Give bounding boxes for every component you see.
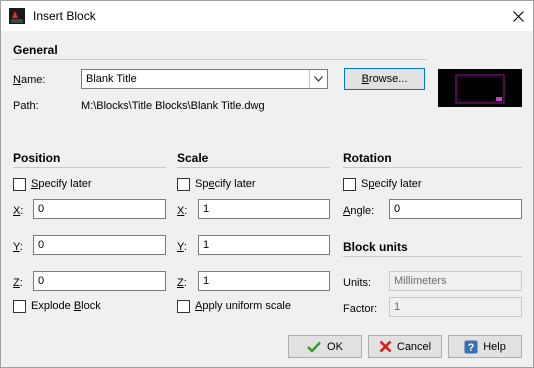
- position-y-input[interactable]: 0: [33, 235, 166, 255]
- rotation-specify-later-label: Specify later: [361, 178, 422, 190]
- name-label: Name:: [13, 74, 46, 86]
- units-label: Units:: [343, 277, 372, 289]
- svg-text:?: ?: [468, 342, 475, 354]
- scale-heading: Scale: [177, 151, 209, 165]
- block-units-divider: [343, 256, 522, 257]
- help-button-label: Help: [483, 340, 506, 353]
- position-y-value: 0: [38, 239, 45, 251]
- cancel-x-icon: [379, 340, 392, 353]
- chevron-down-icon[interactable]: [309, 70, 327, 88]
- help-button[interactable]: ? Help: [448, 335, 522, 358]
- scale-x-input[interactable]: 1: [198, 199, 330, 219]
- rotation-heading: Rotation: [343, 151, 392, 165]
- position-z-input[interactable]: 0: [33, 271, 166, 291]
- factor-field: 1: [389, 297, 522, 317]
- browse-button[interactable]: Browse...: [344, 68, 425, 90]
- help-icon: ?: [464, 340, 478, 354]
- close-button[interactable]: [503, 1, 533, 31]
- name-combobox[interactable]: Blank Title: [81, 69, 328, 89]
- units-value: Millimeters: [394, 275, 447, 287]
- explode-block-checkbox[interactable]: [13, 300, 26, 313]
- position-divider: [13, 167, 166, 168]
- angle-label: Angle:: [343, 205, 375, 217]
- checkmark-icon: [307, 341, 321, 353]
- ok-button-label: OK: [327, 340, 343, 353]
- factor-label: Factor:: [343, 303, 378, 315]
- scale-z-label: Z:: [177, 277, 187, 289]
- position-z-label: Z:: [13, 277, 23, 289]
- scale-specify-later-label: Specify later: [195, 178, 256, 190]
- position-specify-later-label: Specify later: [31, 178, 92, 190]
- insert-block-dialog: Insert Block General Name: Blank Title B…: [0, 0, 534, 368]
- path-label: Path:: [13, 100, 39, 112]
- scale-specify-later-checkbox[interactable]: [177, 178, 190, 191]
- scale-y-label: Y:: [177, 241, 187, 253]
- window-title: Insert Block: [33, 9, 96, 23]
- position-y-label: Y:: [13, 241, 23, 253]
- general-divider: [13, 59, 427, 60]
- ok-button[interactable]: OK: [288, 335, 362, 358]
- uniform-scale-label: Apply uniform scale: [195, 300, 291, 312]
- position-specify-later-checkbox[interactable]: [13, 178, 26, 191]
- scale-y-input[interactable]: 1: [198, 235, 330, 255]
- factor-value: 1: [394, 301, 401, 313]
- cancel-button[interactable]: Cancel: [368, 335, 442, 358]
- angle-input[interactable]: 0: [389, 199, 522, 219]
- title-bar: Insert Block: [1, 1, 533, 31]
- cancel-button-label: Cancel: [396, 340, 432, 353]
- rotation-specify-later-checkbox[interactable]: [343, 178, 356, 191]
- position-heading: Position: [13, 151, 61, 165]
- angle-value: 0: [394, 203, 401, 215]
- explode-block-label: Explode Block: [31, 300, 101, 312]
- scale-x-label: X:: [177, 205, 188, 217]
- uniform-scale-checkbox[interactable]: [177, 300, 190, 313]
- scale-z-input[interactable]: 1: [198, 271, 330, 291]
- block-units-heading: Block units: [343, 240, 408, 254]
- scale-z-value: 1: [203, 275, 210, 287]
- position-x-label: X:: [13, 205, 24, 217]
- units-field: Millimeters: [389, 271, 522, 291]
- block-preview: [438, 69, 522, 107]
- general-heading: General: [13, 43, 58, 57]
- path-value: M:\Blocks\Title Blocks\Blank Title.dwg: [81, 100, 265, 112]
- autocad-app-icon: [9, 8, 25, 24]
- close-icon: [512, 10, 524, 22]
- name-combobox-value: Blank Title: [86, 73, 137, 85]
- position-x-value: 0: [38, 203, 45, 215]
- position-x-input[interactable]: 0: [33, 199, 166, 219]
- rotation-divider: [343, 167, 522, 168]
- position-z-value: 0: [38, 275, 45, 287]
- scale-x-value: 1: [203, 203, 210, 215]
- browse-button-label: Browse...: [361, 73, 408, 85]
- scale-y-value: 1: [203, 239, 210, 251]
- scale-divider: [177, 167, 330, 168]
